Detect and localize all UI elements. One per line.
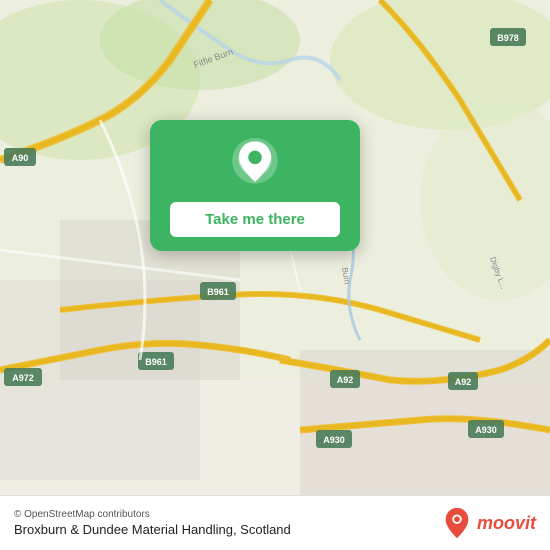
svg-text:B961: B961	[145, 357, 167, 367]
bottom-left: © OpenStreetMap contributors Broxburn & …	[14, 509, 291, 537]
svg-text:A930: A930	[475, 425, 497, 435]
moovit-logo[interactable]: moovit	[443, 506, 536, 540]
svg-text:A92: A92	[455, 377, 472, 387]
location-pin-icon	[228, 138, 282, 192]
svg-text:A972: A972	[12, 373, 34, 383]
map-svg: A90 B978 B961 B961 A972 A92 A92	[0, 0, 550, 550]
svg-text:B961: B961	[207, 287, 229, 297]
map-container: A90 B978 B961 B961 A972 A92 A92	[0, 0, 550, 550]
bottom-bar: © OpenStreetMap contributors Broxburn & …	[0, 495, 550, 550]
take-me-there-button[interactable]: Take me there	[170, 202, 340, 237]
osm-attribution: © OpenStreetMap contributors	[14, 509, 291, 520]
location-card: Take me there	[150, 120, 360, 251]
svg-text:B978: B978	[497, 33, 519, 43]
moovit-text: moovit	[477, 513, 536, 534]
moovit-pin-icon	[443, 506, 471, 540]
svg-text:A92: A92	[337, 375, 354, 385]
location-name: Broxburn & Dundee Material Handling, Sco…	[14, 522, 291, 537]
svg-text:A930: A930	[323, 435, 345, 445]
svg-text:A90: A90	[12, 153, 29, 163]
